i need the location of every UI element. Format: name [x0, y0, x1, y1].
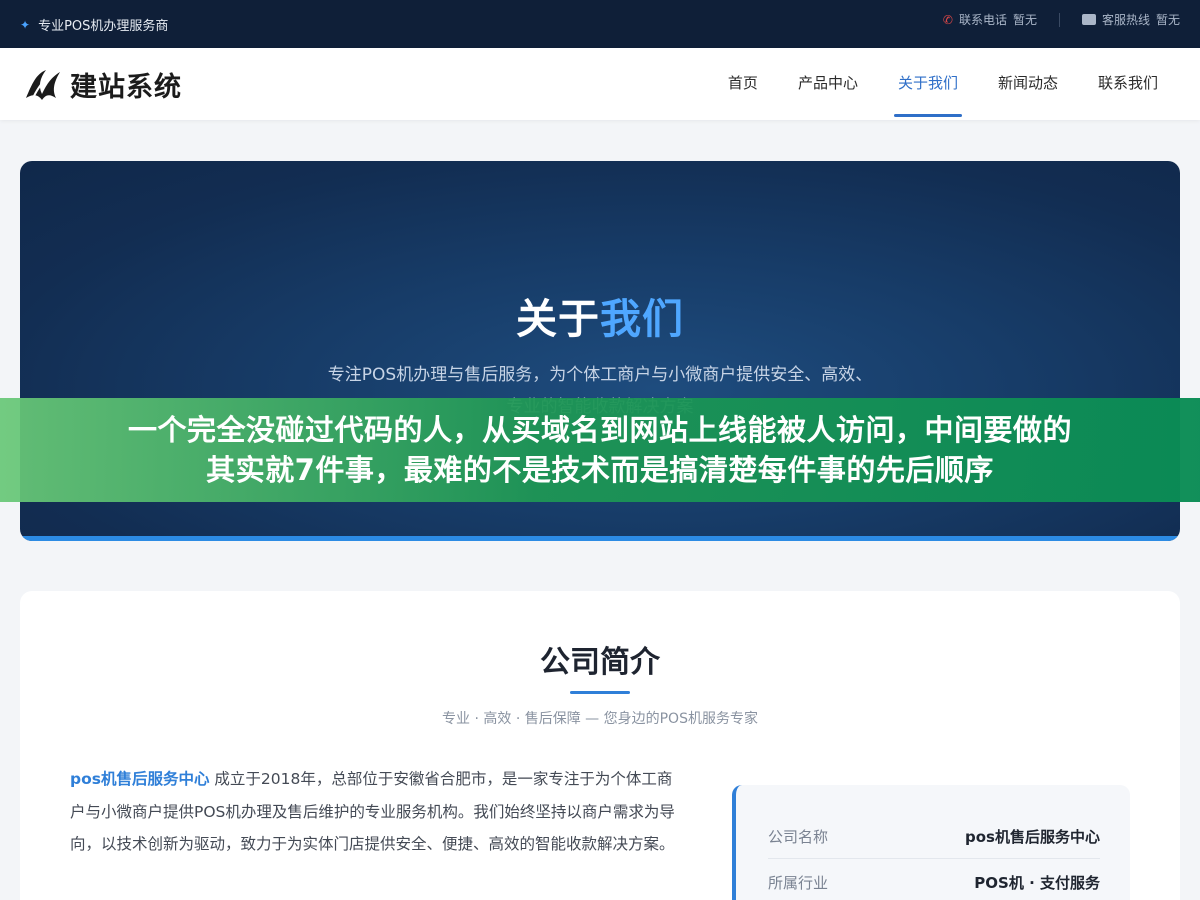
top-bar-tagline: 专业POS机办理服务商: [38, 19, 169, 34]
caption-line2: 其实就7件事，最难的不是技术而是搞清楚每件事的先后顺序: [206, 453, 994, 487]
site-logo[interactable]: 建站系统: [22, 64, 182, 104]
info-key: 公司名称: [768, 828, 829, 846]
hotline-label: 客服热线: [1101, 13, 1150, 27]
nav-home[interactable]: 首页: [708, 48, 778, 120]
info-row: 所属行业 POS机 · 支付服务: [768, 860, 1100, 900]
info-key: 所属行业: [768, 873, 829, 892]
logo-icon: [26, 70, 60, 100]
caption-line1: 一个完全没碰过代码的人，从买域名到网站上线能被人访问，中间要做的: [127, 413, 1072, 447]
chat-icon: [1081, 9, 1096, 25]
site-header: 建站系统 首页 产品中心 关于我们 新闻动态 联系我们: [0, 48, 1200, 120]
info-value: pos机售后服务中心: [965, 828, 1100, 846]
hero-subtitle-line1: 专注POS机办理与售后服务，为个体工商户与小微商户提供安全、高效、: [327, 365, 873, 385]
company-info-panel: 公司名称 pos机售后服务中心 所属行业 POS机 · 支付服务: [732, 785, 1130, 900]
hero-title-highlight: 我们: [600, 295, 684, 343]
hero-bottom-accent: [20, 536, 1180, 541]
main-nav: 首页 产品中心 关于我们 新闻动态 联系我们: [708, 48, 1178, 120]
phone-label: 联系电话: [958, 13, 1007, 27]
hotline-contact[interactable]: 客服热线 暂无: [1081, 9, 1180, 28]
phone-value: 暂无: [1012, 13, 1037, 27]
brand-name: pos机售后服务中心: [70, 770, 210, 788]
top-bar-contacts: ✆ 联系电话 暂无 客服热线 暂无: [943, 9, 1180, 28]
info-value: POS机 · 支付服务: [974, 873, 1100, 892]
company-intro-card: 公司简介 专业 · 高效 · 售后保障 — 您身边的POS机服务专家 pos机售…: [20, 591, 1180, 900]
intro-paragraph: pos机售后服务中心 成立于2018年，总部位于安徽省合肥市，是一家专注于为个体…: [70, 763, 685, 861]
hero-title: 关于我们: [20, 285, 1180, 345]
top-bar-tagline-group: ✦ 专业POS机办理服务商: [20, 15, 169, 35]
hotline-value: 暂无: [1155, 13, 1180, 27]
nav-products[interactable]: 产品中心: [778, 48, 878, 120]
sparkle-icon: ✦: [20, 17, 31, 32]
section-title: 公司简介: [540, 645, 660, 680]
phone-icon: ✆: [942, 12, 953, 27]
top-bar: ✦ 专业POS机办理服务商 ✆ 联系电话 暂无 客服热线 暂无: [0, 0, 1200, 48]
nav-news[interactable]: 新闻动态: [978, 48, 1078, 120]
nav-about[interactable]: 关于我们: [878, 48, 978, 120]
section-underline: [570, 691, 630, 694]
divider: [1058, 12, 1060, 27]
nav-contact[interactable]: 联系我们: [1078, 48, 1178, 120]
caption-overlay: 一个完全没碰过代码的人，从买域名到网站上线能被人访问，中间要做的 其实就7件事，…: [0, 398, 1200, 502]
info-row: 公司名称 pos机售后服务中心: [768, 815, 1100, 859]
hero-title-plain: 关于: [516, 295, 600, 343]
logo-text: 建站系统: [70, 71, 182, 103]
section-subtitle: 专业 · 高效 · 售后保障 — 您身边的POS机服务专家: [442, 711, 758, 727]
phone-contact[interactable]: ✆ 联系电话 暂无: [943, 11, 1037, 28]
caption-text: 一个完全没碰过代码的人，从买域名到网站上线能被人访问，中间要做的 其实就7件事，…: [0, 410, 1200, 490]
